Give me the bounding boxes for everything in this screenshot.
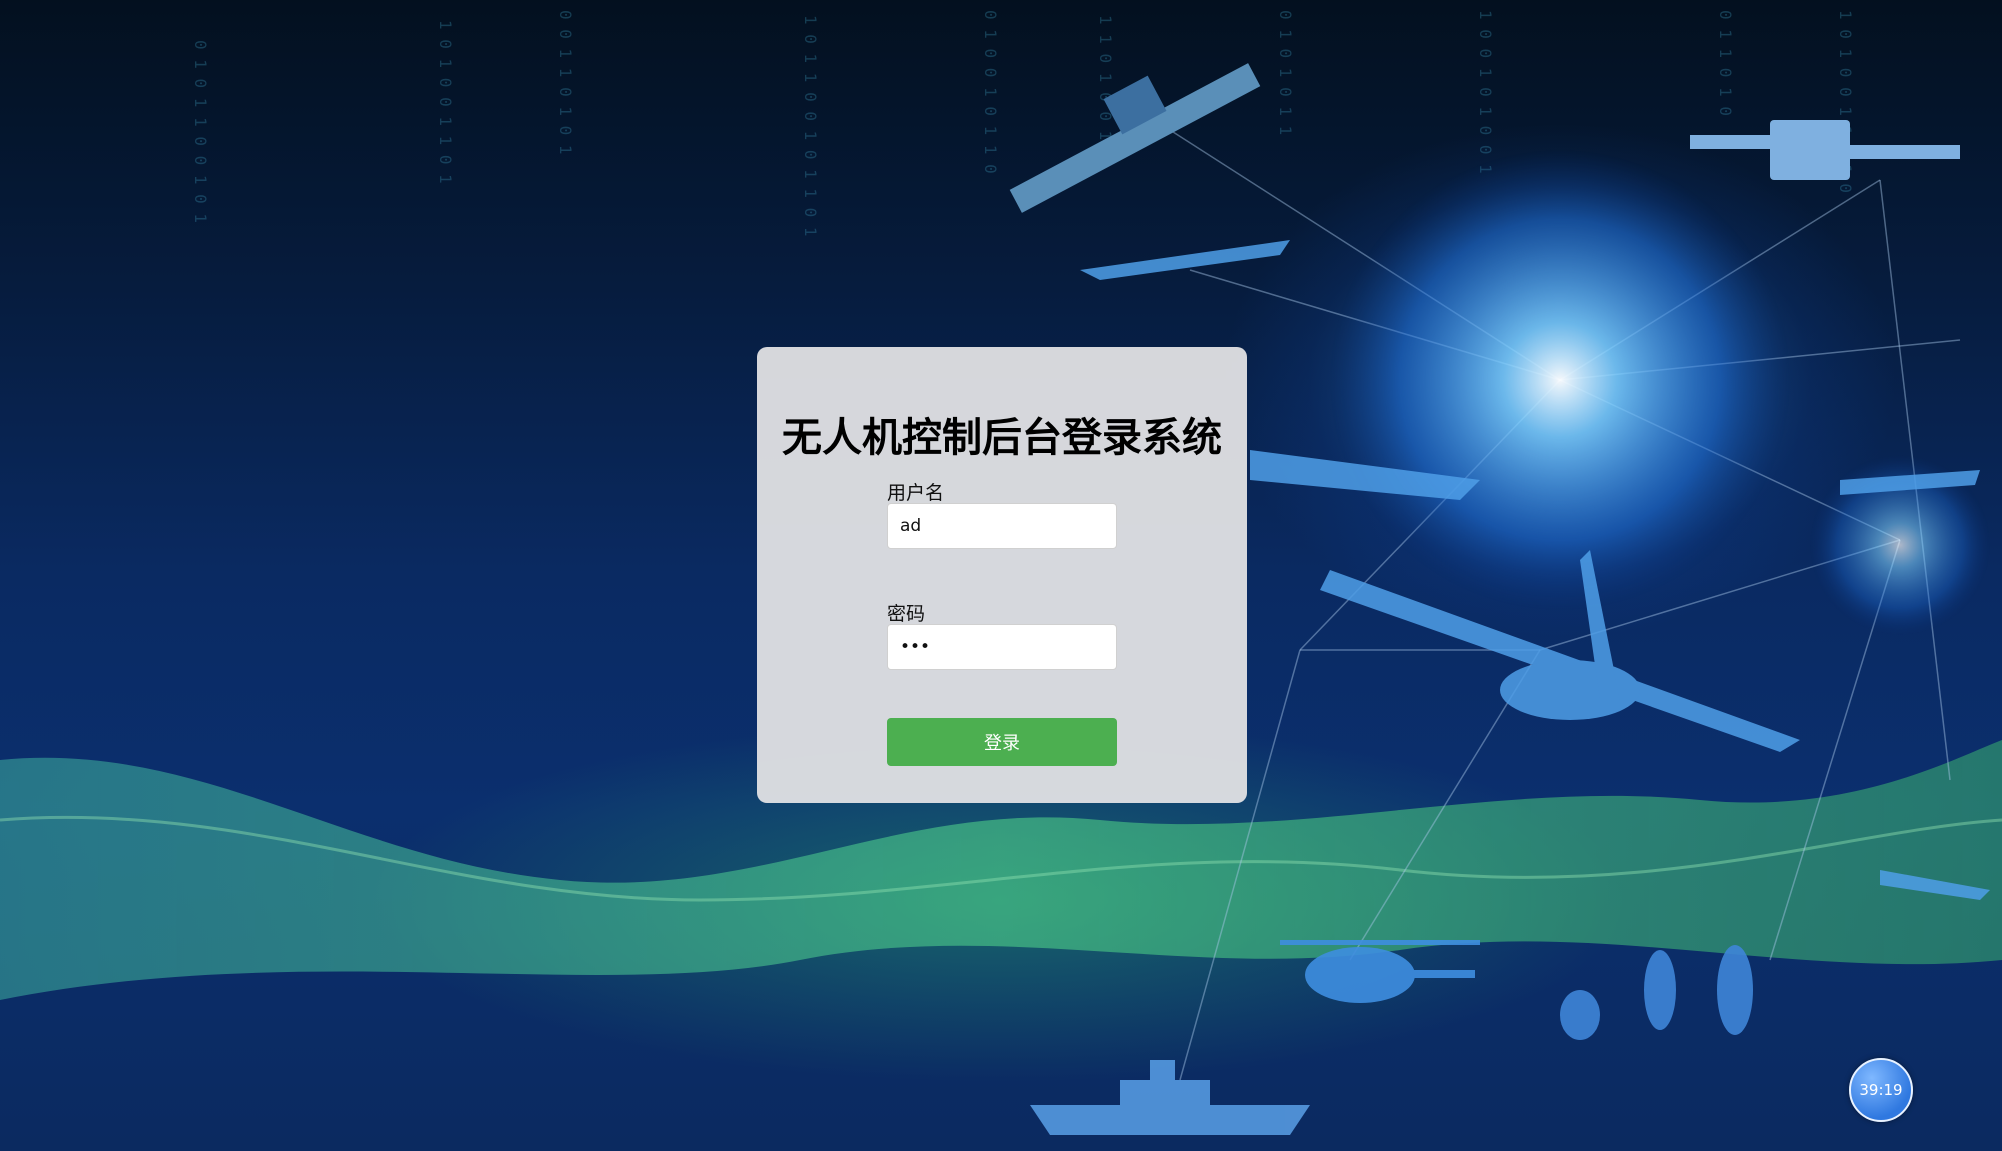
svg-text:0 0 1 1 0 1 0 1: 0 0 1 1 0 1 0 1 — [556, 10, 575, 155]
login-button[interactable]: 登录 — [887, 718, 1117, 766]
svg-text:0 1 0 0 1 0 1 1 0: 0 1 0 0 1 0 1 1 0 — [981, 10, 1000, 174]
timer-badge[interactable]: 39:19 — [1849, 1058, 1913, 1122]
ship-illustration — [1030, 1060, 1310, 1135]
brain-illustration — [1330, 150, 1790, 610]
svg-text:0 1 1 0 1 0: 0 1 1 0 1 0 — [1716, 10, 1735, 116]
login-title: 无人机控制后台登录系统 — [782, 415, 1222, 461]
soldiers-illustration — [1560, 945, 1753, 1040]
svg-text:1 0 1 0 0 1 1 0 1: 1 0 1 0 0 1 1 0 1 — [436, 20, 455, 184]
username-label: 用户名 — [887, 482, 945, 504]
satellite-icon — [1690, 120, 1960, 180]
login-panel: 无人机控制后台登录系统 用户名 密码 登录 — [757, 347, 1247, 803]
login-page: 0 1 0 1 1 0 0 1 0 1 1 0 1 0 0 1 1 0 1 0 … — [0, 0, 2002, 1151]
satellite-icon — [1009, 63, 1261, 213]
svg-text:0 1 0 1 1 0 0 1 0 1: 0 1 0 1 1 0 0 1 0 1 — [191, 40, 210, 223]
svg-text:1 0 0 1 0 1 0 0 1: 1 0 0 1 0 1 0 0 1 — [1476, 10, 1495, 174]
svg-text:1 0 1 1 0 0 1 0 1 1 0 1: 1 0 1 1 0 0 1 0 1 1 0 1 — [801, 15, 820, 237]
svg-text:0 1 0 1 0 1 1: 0 1 0 1 0 1 1 — [1276, 10, 1295, 135]
password-label: 密码 — [887, 603, 926, 625]
username-input[interactable] — [887, 503, 1117, 549]
password-input[interactable] — [887, 624, 1117, 670]
